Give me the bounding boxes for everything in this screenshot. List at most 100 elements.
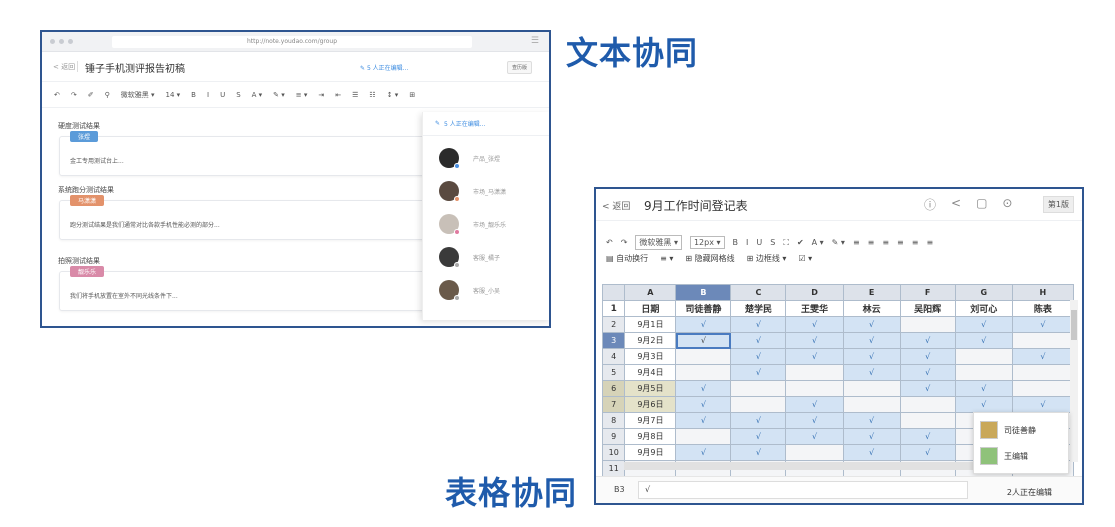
table-cell[interactable]: √ <box>730 316 787 333</box>
table-cell[interactable]: √ <box>842 412 901 429</box>
table-cell[interactable]: √ <box>842 348 901 365</box>
table-cell[interactable] <box>675 348 732 365</box>
row-number[interactable]: 6 <box>601 380 626 397</box>
table-cell[interactable]: √ <box>1011 396 1075 413</box>
row-number[interactable]: 9 <box>601 428 626 445</box>
column-header[interactable]: E <box>842 284 901 301</box>
table-cell[interactable] <box>730 380 787 397</box>
table-cell[interactable] <box>1011 364 1075 381</box>
header-cell[interactable]: 司徒善静 <box>675 300 732 317</box>
table-cell[interactable]: √ <box>675 412 732 429</box>
row-number[interactable]: 4 <box>601 348 626 365</box>
title-icon[interactable]: ⓘ <box>924 196 936 213</box>
table-cell[interactable]: √ <box>675 396 732 413</box>
column-header[interactable]: B <box>675 284 732 301</box>
vertical-scrollbar[interactable] <box>1070 300 1078 462</box>
toolbar-button[interactable]: 14 ▾ <box>166 91 181 99</box>
toolbar-button[interactable]: ⊞ 边框线 ▾ <box>747 253 787 264</box>
editor-item[interactable]: 客服_小吴 <box>439 280 500 301</box>
table-cell[interactable]: √ <box>675 444 732 461</box>
table-cell[interactable] <box>785 380 844 397</box>
column-header[interactable]: D <box>785 284 844 301</box>
date-cell[interactable]: 9月5日 <box>624 380 677 397</box>
toolbar-button[interactable]: ↶ <box>606 238 613 247</box>
toolbar-button[interactable]: ↶ <box>54 91 60 99</box>
table-cell[interactable]: √ <box>899 348 956 365</box>
toolbar-button[interactable]: ≡ <box>897 238 904 247</box>
toolbar-button[interactable]: I <box>207 91 209 99</box>
table-cell[interactable]: √ <box>785 428 844 445</box>
row-number[interactable]: 11 <box>601 460 626 477</box>
comment-card[interactable]: 张煜 金工专用测试台上... <box>59 131 439 176</box>
column-header[interactable]: G <box>954 284 1013 301</box>
toolbar-button[interactable]: ≡ ▾ <box>660 254 673 263</box>
table-cell[interactable] <box>899 412 956 429</box>
table-cell[interactable]: √ <box>730 332 787 349</box>
header-cell[interactable]: 楚学民 <box>730 300 787 317</box>
header-cell[interactable]: 林云 <box>842 300 901 317</box>
table-cell[interactable]: √ <box>842 316 901 333</box>
column-header[interactable]: F <box>899 284 956 301</box>
toolbar-button[interactable]: ≡ <box>868 238 875 247</box>
toolbar-button[interactable]: ⊞ <box>409 91 415 99</box>
toolbar-button[interactable]: ≡ <box>926 238 933 247</box>
version-badge[interactable]: 第1版 <box>1042 196 1074 213</box>
table-cell[interactable] <box>899 316 956 333</box>
formula-input[interactable]: √ <box>638 481 968 499</box>
table-cell[interactable] <box>954 364 1013 381</box>
toolbar-button[interactable]: ≡ <box>882 238 889 247</box>
editor-item[interactable]: 市场_马潇潇 <box>439 181 506 202</box>
toolbar-button[interactable]: ↷ <box>621 238 628 247</box>
date-cell[interactable]: 9月4日 <box>624 364 677 381</box>
table-cell[interactable] <box>785 444 844 461</box>
header-cell[interactable]: 日期 <box>624 300 677 317</box>
toolbar-button[interactable]: ☑ ▾ <box>798 254 812 263</box>
table-cell[interactable]: √ <box>730 364 787 381</box>
table-cell[interactable]: √ <box>675 380 732 397</box>
toolbar-button[interactable]: S <box>770 238 775 247</box>
toolbar-button[interactable]: ⚲ <box>105 91 110 99</box>
header-cell[interactable]: 陈表 <box>1011 300 1075 317</box>
toolbar-button[interactable]: ≡ <box>853 238 860 247</box>
toolbar-button[interactable]: S <box>236 91 240 99</box>
date-cell[interactable]: 9月3日 <box>624 348 677 365</box>
table-cell[interactable]: √ <box>785 316 844 333</box>
row-number[interactable]: 10 <box>601 444 626 461</box>
table-cell[interactable] <box>675 364 732 381</box>
toolbar-button[interactable]: B <box>733 238 739 247</box>
history-button[interactable]: 查历版 <box>506 61 532 74</box>
date-cell[interactable]: 9月7日 <box>624 412 677 429</box>
row-number[interactable]: 3 <box>601 332 626 349</box>
table-cell[interactable] <box>954 348 1013 365</box>
toolbar-button[interactable]: 微软雅黑 ▾ <box>121 90 155 100</box>
toolbar-button[interactable]: ⛶ <box>783 238 789 248</box>
toolbar-button[interactable]: ▤ 自动换行 <box>606 253 648 264</box>
menu-icon[interactable]: ☰ <box>531 37 539 46</box>
date-cell[interactable]: 9月8日 <box>624 428 677 445</box>
table-cell[interactable]: √ <box>954 396 1013 413</box>
table-cell[interactable]: √ <box>842 332 901 349</box>
table-cell[interactable] <box>1011 332 1075 349</box>
url-bar[interactable]: http://note.youdao.com/group <box>112 36 472 48</box>
date-cell[interactable]: 9月9日 <box>624 444 677 461</box>
row-number[interactable]: 5 <box>601 364 626 381</box>
row-number[interactable]: 1 <box>601 300 626 317</box>
table-cell[interactable]: √ <box>730 428 787 445</box>
toolbar-button[interactable]: ✎ ▾ <box>832 238 845 247</box>
toolbar-button[interactable]: ↷ <box>71 91 77 99</box>
table-cell[interactable]: √ <box>842 364 901 381</box>
table-cell[interactable]: √ <box>954 316 1013 333</box>
table-cell[interactable]: √ <box>785 332 844 349</box>
column-header[interactable]: C <box>730 284 787 301</box>
table-cell[interactable]: √ <box>842 428 901 445</box>
back-button[interactable]: < 返回 <box>53 62 75 72</box>
editor-item[interactable]: 客服_橘子 <box>439 247 500 268</box>
column-header[interactable]: H <box>1011 284 1075 301</box>
title-icon[interactable]: ⊙ <box>1002 196 1012 213</box>
table-cell[interactable]: √ <box>954 380 1013 397</box>
header-cell[interactable]: 刘可心 <box>954 300 1013 317</box>
table-cell[interactable]: √ <box>785 348 844 365</box>
toolbar-button[interactable]: ⇥ <box>318 91 324 99</box>
table-cell[interactable]: √ <box>730 412 787 429</box>
editor-item[interactable]: 产品_张煜 <box>439 148 500 169</box>
